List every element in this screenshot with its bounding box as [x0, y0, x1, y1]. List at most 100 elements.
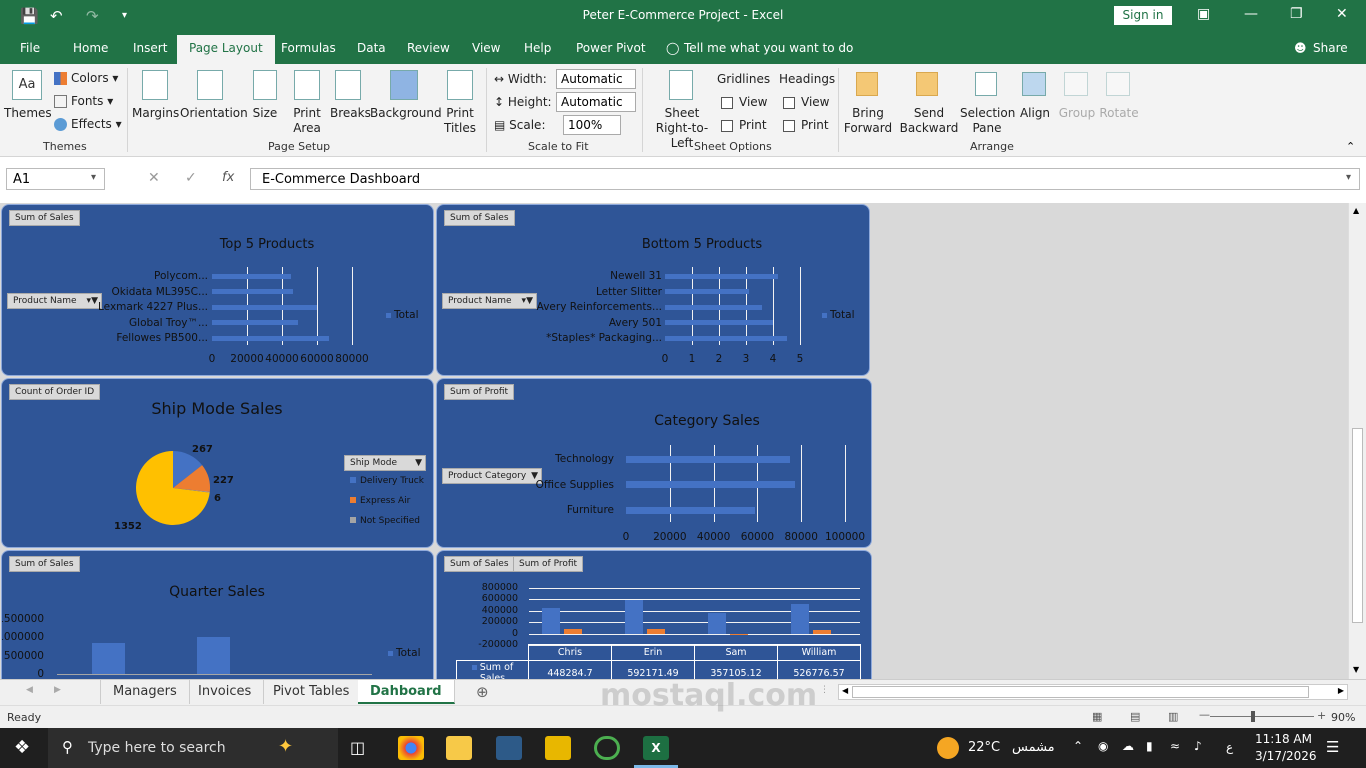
prev-sheet-icon[interactable]: ◀	[26, 685, 33, 695]
maximize-icon[interactable]: ❐	[1290, 6, 1303, 22]
expand-formula-icon[interactable]: ▾	[1346, 172, 1351, 183]
windows-start-icon[interactable]: ❖	[14, 737, 30, 758]
zoom-slider-thumb[interactable]	[1251, 711, 1255, 722]
task-view-icon[interactable]: ◫	[350, 738, 365, 757]
scroll-down-icon[interactable]: ▼	[1353, 665, 1359, 674]
collapse-ribbon-icon[interactable]: ⌃	[1346, 140, 1355, 153]
app-icon[interactable]	[496, 736, 522, 760]
cancel-icon[interactable]: ✕	[148, 170, 160, 186]
volume-icon[interactable]: ♪	[1194, 739, 1202, 753]
bottom5-filter-button[interactable]: Product Name ▾▼	[442, 293, 537, 309]
wifi-icon[interactable]: ≈	[1170, 739, 1180, 753]
clock-date[interactable]: 3/17/2026	[1255, 749, 1317, 763]
margins-button[interactable]: Margins	[132, 106, 179, 121]
file-explorer-icon[interactable]	[446, 736, 472, 760]
minimize-icon[interactable]: —	[1244, 6, 1258, 22]
scroll-thumb[interactable]	[1352, 428, 1363, 623]
add-sheet-icon[interactable]: ⊕	[476, 683, 489, 701]
tab-page-layout[interactable]: Page Layout	[177, 35, 275, 64]
print-titles-button[interactable]: Print Titles	[440, 106, 480, 136]
tab-view[interactable]: View	[472, 41, 500, 55]
page-break-view-icon[interactable]: ▥	[1168, 710, 1178, 723]
zoom-level[interactable]: 90%	[1331, 711, 1355, 724]
scale-input[interactable]: 100%	[563, 115, 621, 135]
quarter-field-button[interactable]: Sum of Sales	[9, 556, 80, 572]
zoom-out-icon[interactable]: —	[1199, 708, 1210, 721]
normal-view-icon[interactable]: ▦	[1092, 710, 1102, 723]
send-backward-button[interactable]: Send Backward	[898, 106, 960, 136]
sign-in-button[interactable]: Sign in	[1114, 6, 1172, 25]
tab-data[interactable]: Data	[357, 41, 386, 55]
ribbon-display-icon[interactable]: ▣	[1197, 6, 1210, 22]
clock-time[interactable]: 11:18 AM	[1255, 732, 1312, 746]
height-select[interactable]: Automatic	[556, 92, 636, 112]
gridlines-view-checkbox[interactable]: View	[721, 95, 767, 110]
selection-pane-button[interactable]: Selection Pane	[960, 106, 1015, 136]
power-bi-icon[interactable]	[545, 736, 571, 760]
zoom-slider[interactable]	[1210, 716, 1314, 717]
scroll-right-icon[interactable]: ▶	[1338, 686, 1344, 695]
top5-filter-button[interactable]: Product Name ▾▼	[7, 293, 102, 309]
ship-field-button[interactable]: Count of Order ID	[9, 384, 101, 400]
vertical-scrollbar[interactable]: ▲ ▼	[1348, 203, 1366, 679]
tab-insert[interactable]: Insert	[133, 41, 167, 55]
group-button[interactable]: Group	[1057, 106, 1097, 121]
refresh-app-icon[interactable]	[594, 736, 620, 760]
split-icon[interactable]: ⋮	[820, 685, 829, 695]
rotate-button[interactable]: Rotate	[1099, 106, 1139, 121]
formula-input[interactable]: E-Commerce Dashboard	[250, 168, 1360, 190]
worksheet[interactable]: Sum of Sales Top 5 Products Product Name…	[0, 203, 1348, 679]
chrome-icon[interactable]	[398, 736, 424, 760]
profit-field-button[interactable]: Sum of Profit	[513, 556, 584, 572]
tab-review[interactable]: Review	[407, 41, 450, 55]
excel-icon[interactable]: X	[643, 736, 669, 760]
category-field-button[interactable]: Sum of Profit	[444, 384, 515, 400]
enter-icon[interactable]: ✓	[185, 170, 197, 186]
align-button[interactable]: Align	[1016, 106, 1054, 121]
horizontal-scrollbar[interactable]: ◀ ▶	[838, 684, 1348, 700]
tab-formulas[interactable]: Formulas	[281, 41, 336, 55]
print-area-button[interactable]: Print Area	[286, 106, 328, 136]
next-sheet-icon[interactable]: ▶	[54, 685, 61, 695]
category-filter-button[interactable]: Product Category ▼	[442, 468, 542, 484]
background-button[interactable]: Background	[370, 106, 442, 121]
tab-file[interactable]: File	[20, 41, 40, 55]
taskbar-search[interactable]: ⚲ Type here to search ✦	[48, 728, 338, 768]
sheet-tab-dashboard[interactable]: Dahboard	[358, 680, 455, 704]
insert-function-button[interactable]: fx	[222, 170, 234, 185]
input-language[interactable]: ع	[1226, 740, 1233, 754]
top5-field-button[interactable]: Sum of Sales	[9, 210, 80, 226]
onedrive-icon[interactable]: ☁	[1122, 739, 1134, 753]
sales-field-button[interactable]: Sum of Sales	[444, 556, 515, 572]
colors-button[interactable]: Colors ▾	[54, 71, 118, 86]
scroll-thumb[interactable]	[852, 686, 1309, 698]
notifications-icon[interactable]: ☰	[1326, 738, 1339, 756]
tab-home[interactable]: Home	[73, 41, 108, 55]
tab-help[interactable]: Help	[524, 41, 551, 55]
size-button[interactable]: Size	[250, 106, 280, 121]
bottom5-field-button[interactable]: Sum of Sales	[444, 210, 515, 226]
close-icon[interactable]: ✕	[1336, 6, 1348, 22]
scroll-left-icon[interactable]: ◀	[842, 686, 848, 695]
sheet-tab-invoices[interactable]: Invoices	[186, 680, 265, 704]
tell-me-search[interactable]: Tell me what you want to do	[684, 41, 853, 55]
weather-temp[interactable]: 22°C	[968, 740, 1000, 755]
effects-button[interactable]: Effects ▾	[54, 117, 122, 132]
sheet-tab-managers[interactable]: Managers	[100, 680, 190, 704]
tab-power-pivot[interactable]: Power Pivot	[576, 41, 646, 55]
ship-filter-button[interactable]: Ship Mode ▼	[344, 455, 426, 471]
sheet-tab-pivot-tables[interactable]: Pivot Tables	[261, 680, 363, 704]
orientation-button[interactable]: Orientation	[180, 106, 248, 121]
headings-view-checkbox[interactable]: View	[783, 95, 829, 110]
show-hidden-icons-icon[interactable]: ⌃	[1073, 739, 1083, 753]
zoom-in-icon[interactable]: +	[1317, 709, 1326, 722]
camera-icon[interactable]: ◉	[1098, 739, 1108, 753]
bring-forward-button[interactable]: Bring Forward	[840, 106, 896, 136]
width-select[interactable]: Automatic	[556, 69, 636, 89]
themes-button[interactable]: Themes	[4, 106, 52, 121]
headings-print-checkbox[interactable]: Print	[783, 118, 829, 133]
share-button[interactable]: Share	[1313, 41, 1348, 55]
name-box-dropdown-icon[interactable]: ▾	[91, 172, 96, 183]
scroll-up-icon[interactable]: ▲	[1353, 206, 1359, 215]
gridlines-print-checkbox[interactable]: Print	[721, 118, 767, 133]
